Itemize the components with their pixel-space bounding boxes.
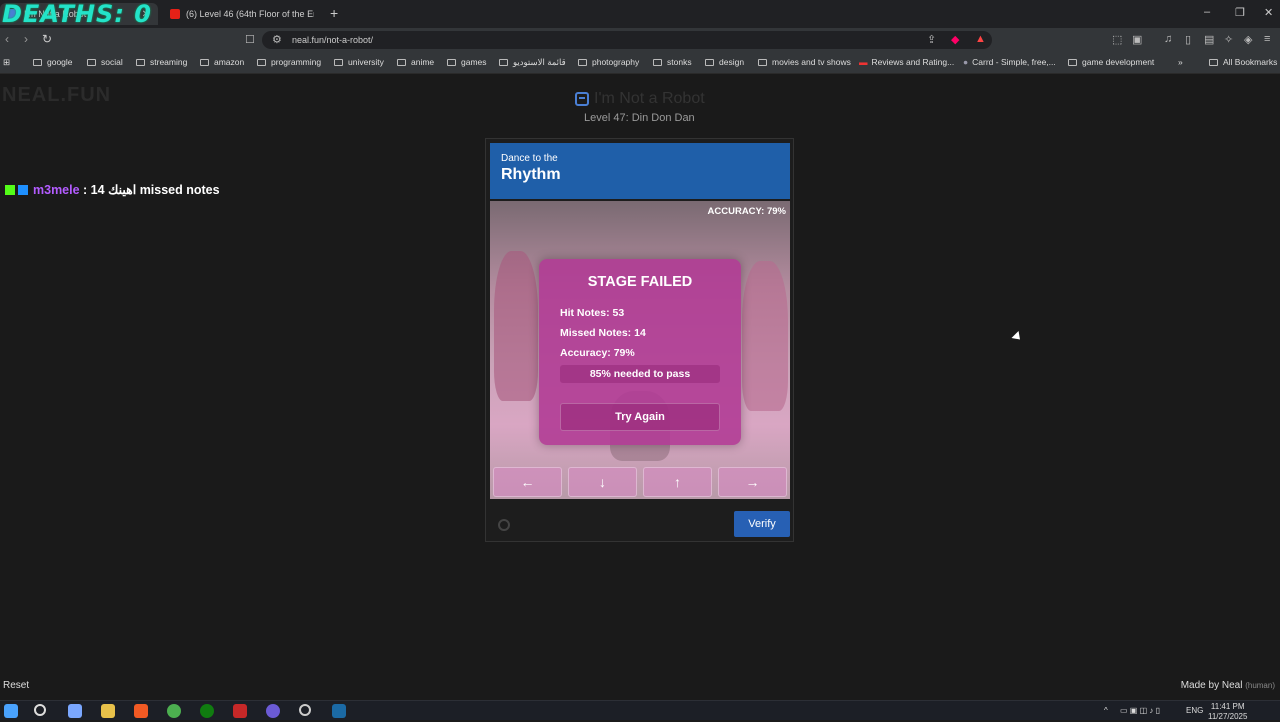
app-icon[interactable]: [233, 704, 247, 718]
stage-failed-title: STAGE FAILED: [587, 274, 693, 290]
imdb-icon: ▬: [859, 57, 868, 67]
youtube-favicon-icon: [170, 9, 180, 19]
accuracy-readout: ACCURACY: 79%: [707, 206, 786, 217]
bookmark-games[interactable]: games: [447, 57, 487, 67]
site-logo[interactable]: NEAL.FUN: [2, 84, 111, 107]
reload-icon[interactable]: ↻: [42, 32, 52, 46]
carrd-icon: ●: [963, 57, 969, 67]
back-icon[interactable]: ‹: [5, 32, 9, 46]
bookmark-stonks[interactable]: stonks: [653, 57, 692, 67]
accuracy-result: Accuracy: 79%: [560, 347, 635, 359]
obs-icon[interactable]: [299, 704, 311, 716]
hit-notes: Hit Notes: 53: [560, 307, 625, 319]
pass-requirement: 85% needed to pass: [560, 365, 720, 383]
tab-bar: I'm Not a Robot ✕ (6) Level 46 (64th Flo…: [0, 0, 1280, 28]
brave-icon[interactable]: [134, 704, 148, 718]
level-label: Level 47: Din Don Dan: [584, 112, 695, 124]
page-content: NEAL.FUN m3mele : 14 اهينك missed notes …: [0, 74, 1280, 700]
bookmark-amazon[interactable]: amazon: [200, 57, 244, 67]
dancer-figure: [742, 261, 788, 411]
bookmark-social[interactable]: social: [87, 57, 123, 67]
chat-message: m3mele : 14 اهينك missed notes: [5, 182, 220, 197]
media-icon[interactable]: ♫: [1164, 33, 1172, 45]
menu-icon[interactable]: ≡: [1264, 33, 1270, 45]
clock[interactable]: 11:41 PM 11/27/2025: [1208, 702, 1247, 722]
bookmark-streaming[interactable]: streaming: [136, 57, 187, 67]
bookmark-gamedev[interactable]: game development: [1068, 57, 1154, 67]
bookmark-design[interactable]: design: [705, 57, 744, 67]
deaths-overlay: DEATHS: 0: [2, 0, 152, 28]
search-icon[interactable]: [34, 704, 46, 716]
discord-icon[interactable]: [266, 704, 280, 718]
language-indicator[interactable]: ENG: [1186, 706, 1203, 715]
tray-icons[interactable]: ▭ ▣ ◫ ♪ ▯: [1120, 706, 1160, 715]
right-arrow-button[interactable]: →: [718, 467, 787, 497]
copilot-icon[interactable]: [68, 704, 82, 718]
bookmark-studio[interactable]: قائمة الاستوديو: [499, 57, 566, 68]
new-tab-button[interactable]: +: [330, 5, 338, 21]
kick-badge-icon: [5, 185, 15, 195]
bookmark-photography[interactable]: photography: [578, 57, 639, 67]
url-input[interactable]: neal.fun/not-a-robot/: [262, 31, 992, 49]
page-title: I'm Not a Robot: [575, 90, 705, 108]
brave-rewards-icon[interactable]: ▲: [975, 33, 986, 45]
captcha-header: Dance to the Rhythm: [490, 143, 790, 199]
bookmark-programming[interactable]: programming: [257, 57, 321, 67]
xbox-icon[interactable]: [200, 704, 214, 718]
reset-button[interactable]: Reset: [3, 680, 29, 691]
leo-icon[interactable]: ✧: [1224, 33, 1233, 46]
chrome-icon[interactable]: [167, 704, 181, 718]
rhythm-game-stage: ACCURACY: 79% STAGE FAILED Hit Notes: 53…: [490, 201, 790, 499]
tray-expand-icon[interactable]: ^: [1104, 706, 1108, 715]
made-by-credit[interactable]: Made by Neal (human): [1181, 680, 1275, 691]
bookmark-university[interactable]: university: [334, 57, 384, 67]
file-explorer-icon[interactable]: [101, 704, 115, 718]
reader-icon[interactable]: ▣: [1132, 33, 1142, 46]
bookmark-google[interactable]: google: [33, 57, 73, 67]
bookmark-reviews[interactable]: ▬ Reviews and Rating...: [859, 57, 954, 67]
down-arrow-button[interactable]: ↓: [568, 467, 637, 497]
vpn-icon[interactable]: ◈: [1244, 33, 1252, 46]
all-bookmarks[interactable]: All Bookmarks: [1209, 57, 1277, 67]
more-bookmarks-icon[interactable]: »: [1178, 57, 1183, 67]
bookmarks-bar: ⊞ google social streaming amazon program…: [0, 52, 1280, 74]
sidebar-icon[interactable]: ▯: [1185, 33, 1191, 46]
address-bar: ‹ › ↻ ☐ neal.fun/not-a-robot/ ⚙ ⇪ ◆ ▲ ⬚ …: [0, 28, 1280, 52]
captcha-widget: Dance to the Rhythm ACCURACY: 79% STAGE …: [485, 138, 794, 542]
mouse-cursor-icon: [1011, 330, 1024, 344]
verified-badge-icon: [18, 185, 28, 195]
brave-shields-icon[interactable]: ◆: [951, 33, 959, 46]
chat-text: : 14 اهينك missed notes: [79, 183, 220, 197]
steam-icon[interactable]: [332, 704, 346, 718]
loading-spinner-icon: [498, 519, 510, 531]
tab-youtube[interactable]: (6) Level 46 (64th Floor of the Empire: [162, 3, 322, 25]
up-arrow-button[interactable]: ↑: [643, 467, 712, 497]
bookmark-page-icon[interactable]: ☐: [245, 33, 255, 46]
dancer-figure: [494, 251, 538, 401]
close-window-icon[interactable]: ✕: [1264, 6, 1273, 19]
chat-username: m3mele: [33, 183, 80, 197]
bookmark-anime[interactable]: anime: [397, 57, 434, 67]
try-again-button[interactable]: Try Again: [560, 403, 720, 431]
minimize-icon[interactable]: –: [1204, 6, 1210, 18]
share-icon[interactable]: ⇪: [927, 33, 936, 46]
forward-icon[interactable]: ›: [24, 32, 28, 46]
left-arrow-button[interactable]: ←: [493, 467, 562, 497]
robot-icon: [575, 92, 589, 106]
missed-notes: Missed Notes: 14: [560, 327, 646, 339]
windows-taskbar: ^ ▭ ▣ ◫ ♪ ▯ ENG 11:41 PM 11/27/2025: [0, 700, 1280, 722]
bookmark-movies[interactable]: movies and tv shows: [758, 57, 851, 67]
site-info-icon[interactable]: ⚙: [272, 33, 282, 46]
tab-label: (6) Level 46 (64th Floor of the Empire: [186, 9, 314, 19]
wallet-icon[interactable]: ▤: [1204, 33, 1214, 46]
apps-icon[interactable]: ⊞: [3, 57, 10, 68]
maximize-icon[interactable]: ❐: [1235, 6, 1245, 19]
extensions-icon[interactable]: ⬚: [1112, 33, 1122, 46]
bookmark-carrd[interactable]: ● Carrd - Simple, free,...: [963, 57, 1056, 67]
start-icon[interactable]: [4, 704, 18, 718]
stage-failed-panel: STAGE FAILED Hit Notes: 53 Missed Notes:…: [539, 259, 741, 445]
verify-button[interactable]: Verify: [734, 511, 790, 537]
